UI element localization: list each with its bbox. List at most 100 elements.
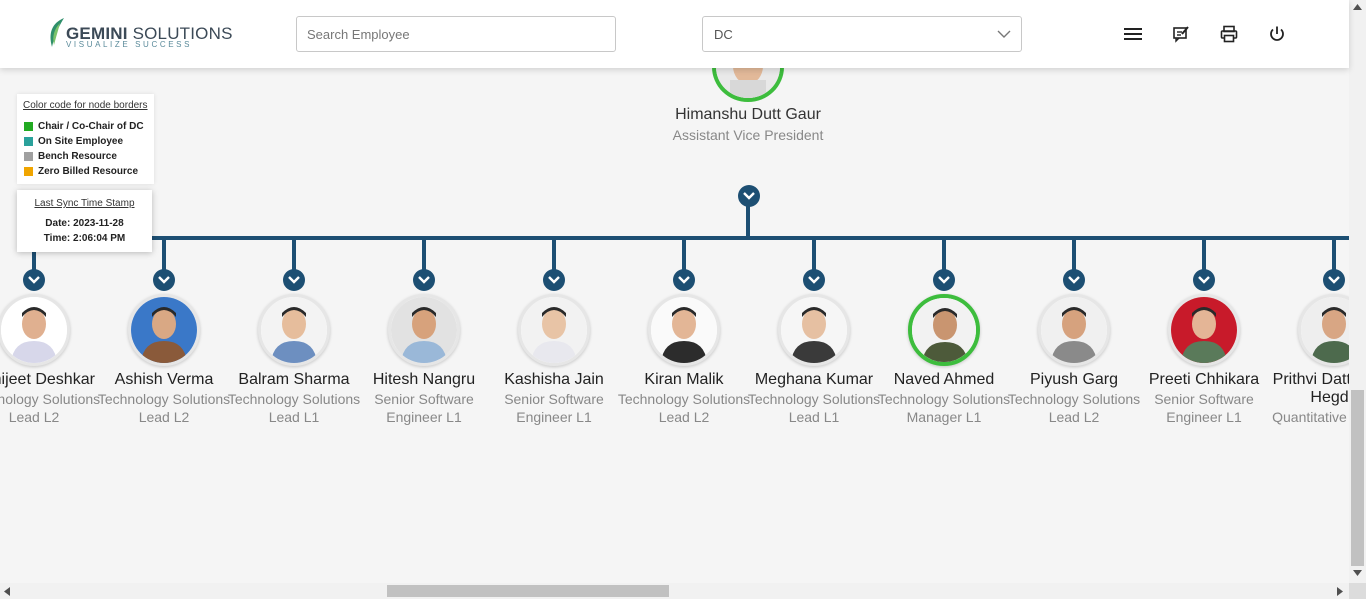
person-photo-icon <box>651 297 717 363</box>
employee-avatar[interactable] <box>128 294 200 366</box>
connector-root <box>746 206 750 238</box>
logo-tagline: VISUALIZE SUCCESS <box>66 40 193 49</box>
employee-title: Technology Solutions Lead L1 <box>747 391 881 425</box>
employee-name[interactable]: Meghana Kumar <box>744 371 884 389</box>
sync-date: Date: 2023-11-28 <box>45 218 124 229</box>
employee-avatar[interactable] <box>908 294 980 366</box>
chevron-down-icon <box>548 276 560 284</box>
person-photo-icon <box>1171 297 1237 363</box>
employee-title: Quantitative Analyst <box>1272 409 1349 425</box>
scroll-up-icon[interactable] <box>1353 4 1362 10</box>
border-color-legend: Color code for node borders Chair / Co-C… <box>17 94 154 184</box>
employee-name[interactable]: Ashish Verma <box>94 371 234 389</box>
employee-name[interactable]: Kashisha Jain <box>484 371 624 389</box>
expand-toggle[interactable] <box>283 269 305 291</box>
connector-child <box>1072 238 1076 270</box>
scroll-left-icon[interactable] <box>4 587 10 596</box>
search-employee-input[interactable] <box>296 16 616 52</box>
person-photo-icon <box>1 297 67 363</box>
employee-avatar[interactable] <box>0 294 70 366</box>
scroll-right-icon[interactable] <box>1337 587 1343 596</box>
employee-title: Senior Software Engineer L1 <box>504 391 604 425</box>
horizontal-scroll-thumb[interactable] <box>387 585 669 597</box>
employee-title: Senior Software Engineer L1 <box>374 391 474 425</box>
expand-toggle[interactable] <box>803 269 825 291</box>
sync-timestamp-card: Last Sync Time Stamp Date: 2023-11-28 Ti… <box>17 190 152 252</box>
employee-avatar[interactable] <box>1038 294 1110 366</box>
person-photo-icon <box>521 297 587 363</box>
horizontal-scrollbar[interactable] <box>0 583 1349 599</box>
person-photo-icon <box>1041 297 1107 363</box>
chevron-down-icon <box>743 192 755 200</box>
employee-avatar[interactable] <box>648 294 720 366</box>
feedback-edit-icon <box>1173 26 1189 43</box>
connector-child <box>422 238 426 270</box>
person-photo-icon <box>261 297 327 363</box>
employee-name[interactable]: Preeti Chhikara <box>1134 371 1274 389</box>
person-photo-icon <box>912 298 976 362</box>
logout-button[interactable] <box>1266 23 1288 45</box>
employee-title: Technology Solutions Lead L2 <box>617 391 751 425</box>
menu-button[interactable] <box>1122 23 1144 45</box>
employee-title: Technology Solutions Lead L2 <box>1007 391 1141 425</box>
chevron-down-icon <box>997 30 1011 38</box>
root-expand-toggle[interactable] <box>738 185 760 207</box>
connector-child <box>162 238 166 270</box>
root-name: Himanshu Dutt Gaur <box>675 106 821 123</box>
connector-child <box>1332 238 1336 270</box>
employee-avatar[interactable] <box>1168 294 1240 366</box>
print-button[interactable] <box>1218 23 1240 45</box>
legend-swatch <box>24 166 33 176</box>
chevron-down-icon <box>158 276 170 284</box>
sync-heading: Last Sync Time Stamp <box>34 198 135 209</box>
vertical-scroll-thumb[interactable] <box>1351 390 1364 566</box>
root-title: Assistant Vice President <box>672 127 824 143</box>
expand-toggle[interactable] <box>153 269 175 291</box>
employee-name[interactable]: Piyush Garg <box>1004 371 1144 389</box>
employee-avatar[interactable] <box>388 294 460 366</box>
expand-toggle[interactable] <box>1323 269 1345 291</box>
expand-toggle[interactable] <box>543 269 565 291</box>
employee-name[interactable]: Prithvi Dattatreya Hegde <box>1264 371 1349 407</box>
employee-name[interactable]: Naved Ahmed <box>874 371 1014 389</box>
expand-toggle[interactable] <box>673 269 695 291</box>
employee-avatar[interactable] <box>258 294 330 366</box>
person-photo-icon <box>131 297 197 363</box>
vertical-scrollbar[interactable] <box>1349 0 1366 583</box>
chevron-down-icon <box>1198 276 1210 284</box>
employee-avatar[interactable] <box>1298 294 1349 366</box>
expand-toggle[interactable] <box>1063 269 1085 291</box>
employee-name[interactable]: Kiran Malik <box>614 371 754 389</box>
legend-item-zero-billed: Zero Billed Resource <box>24 165 138 177</box>
scroll-down-icon[interactable] <box>1353 570 1362 576</box>
dc-select[interactable]: DC <box>702 16 1022 52</box>
employee-title: Senior Software Engineer L1 <box>1154 391 1254 425</box>
chevron-down-icon <box>678 276 690 284</box>
expand-toggle[interactable] <box>413 269 435 291</box>
connector-child <box>292 238 296 270</box>
dc-select-value: DC <box>714 27 733 42</box>
connector-child <box>682 238 686 270</box>
connector-child <box>942 238 946 270</box>
legend-item-onsite: On Site Employee <box>24 135 123 147</box>
menu-icon <box>1124 28 1142 40</box>
feedback-button[interactable] <box>1170 23 1192 45</box>
employee-name[interactable]: Hitesh Nangru <box>354 371 494 389</box>
expand-toggle[interactable] <box>1193 269 1215 291</box>
scrollbar-corner <box>1349 583 1366 599</box>
company-logo[interactable]: GEMINI SOLUTIONS VISUALIZE SUCCESS <box>46 17 232 51</box>
chevron-down-icon <box>808 276 820 284</box>
employee-name[interactable]: Abhijeet Deshkar <box>0 371 104 389</box>
org-chart: Himanshu Dutt Gaur Assistant Vice Presid… <box>0 0 1349 583</box>
person-photo-icon <box>1301 297 1349 363</box>
sync-time: Time: 2:06:04 PM <box>43 233 126 244</box>
employee-name[interactable]: Balram Sharma <box>224 371 364 389</box>
expand-toggle[interactable] <box>23 269 45 291</box>
person-photo-icon <box>781 297 847 363</box>
employee-avatar[interactable] <box>778 294 850 366</box>
connector-horizontal <box>32 236 1349 240</box>
legend-item-chair: Chair / Co-Chair of DC <box>24 120 144 132</box>
expand-toggle[interactable] <box>933 269 955 291</box>
employee-title: Technology Solutions Manager L1 <box>877 391 1011 425</box>
employee-avatar[interactable] <box>518 294 590 366</box>
